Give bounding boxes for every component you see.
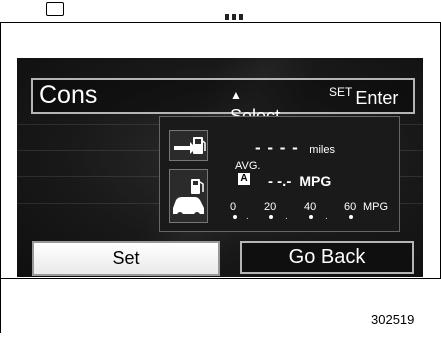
- set-button[interactable]: Set: [32, 241, 220, 276]
- range-value: - - - -: [255, 138, 299, 157]
- consumption-panel: - - - - miles AVG. A - -.- MPG 0 . 20 .: [159, 116, 400, 232]
- go-back-button[interactable]: Go Back: [240, 241, 414, 274]
- partial-hint-row: [0, 0, 260, 22]
- figure-number: 302519: [371, 312, 415, 327]
- screen-title: Cons: [39, 81, 98, 109]
- title-bar: Cons ▲Select SETEnter: [31, 78, 415, 126]
- scale-separator: .: [285, 211, 288, 222]
- scale-marker: [233, 215, 237, 219]
- scale-unit: MPG: [363, 201, 389, 213]
- average-badge: A: [238, 173, 250, 185]
- range-unit: miles: [309, 144, 335, 156]
- enter-hint: SET Enter: [329, 85, 399, 108]
- scale-marker: [269, 215, 273, 219]
- scale-tick: 40: [304, 201, 317, 213]
- average-unit: MPG: [299, 173, 332, 189]
- average-value: - -.-: [268, 173, 292, 190]
- set-key-label: SET: [329, 85, 353, 99]
- frame-bottom: [0, 278, 441, 279]
- scale-tick: 60: [344, 201, 357, 213]
- scale-tick: 20: [264, 201, 277, 213]
- frame-left: [0, 22, 1, 333]
- key-icon: [46, 2, 64, 16]
- car-fuel-pump-icon: [169, 169, 208, 223]
- range-readout: - - - - miles: [255, 138, 335, 158]
- top-fragment: [0, 0, 441, 23]
- display-screen: Cons ▲Select SETEnter - - - - miles: [17, 58, 423, 277]
- scale-marker: [349, 215, 353, 219]
- scale-separator: .: [325, 211, 328, 222]
- scale-tick: 0: [230, 201, 237, 213]
- partial-text-fragment: [225, 7, 255, 20]
- fuel-pump-arrow-icon: [169, 130, 208, 161]
- scale-separator: .: [246, 211, 249, 222]
- scale-marker: [309, 215, 313, 219]
- average-label: AVG.: [235, 160, 261, 172]
- mpg-scale: 0 . 20 . 40 . 60 MPG: [228, 199, 398, 227]
- average-readout: - -.- MPG: [268, 173, 331, 190]
- up-down-arrow-icon: ▲: [230, 88, 242, 102]
